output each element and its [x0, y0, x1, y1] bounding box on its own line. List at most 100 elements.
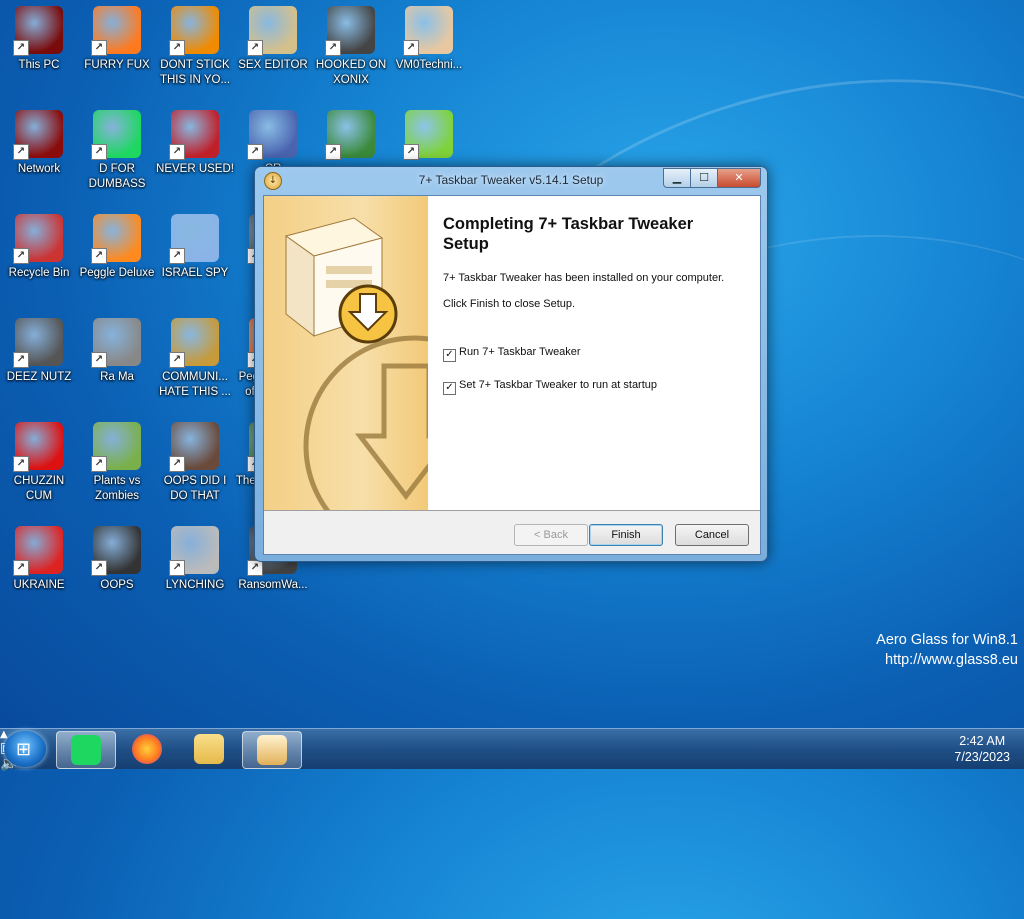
desktop-icon-label: OOPS DID I DO THAT [163, 475, 227, 502]
app-icon: ↗ [91, 318, 141, 368]
shortcut-arrow-icon: ↗ [169, 352, 185, 368]
checkbox-box[interactable]: ✓ [443, 349, 456, 362]
desktop-icon[interactable]: ↗ DEEZ NUTZ [0, 318, 78, 385]
desktop-icon[interactable]: ↗ SEX EDITOR [234, 6, 312, 73]
desktop-icon-label: Recycle Bin [8, 267, 70, 279]
network-icon: ↗ [13, 110, 63, 160]
shortcut-arrow-icon: ↗ [169, 248, 185, 264]
shortcut-arrow-icon: ↗ [169, 560, 185, 576]
desktop-icon-label: LYNCHING [165, 579, 225, 591]
setup-window[interactable]: ↓ 7+ Taskbar Tweaker v5.14.1 Setup ▁ ☐ ✕… [254, 166, 768, 562]
shortcut-arrow-icon: ↗ [91, 248, 107, 264]
desktop-icon[interactable]: ↗ ISRAEL SPY [156, 214, 234, 281]
close-instruction-text: Click Finish to close Setup. [443, 298, 576, 310]
firefox-icon [132, 734, 162, 764]
desktop-icon[interactable]: ↗ [390, 110, 468, 162]
taskbar-item-installer[interactable] [242, 731, 302, 769]
firefox-icon: ↗ [91, 6, 141, 56]
close-button[interactable]: ✕ [717, 168, 761, 188]
dark-icon: ↗ [91, 526, 141, 576]
taskbar-item-spotify[interactable] [56, 731, 116, 769]
desktop-icon[interactable]: ↗ UKRAINE [0, 526, 78, 593]
watermark-line2: http://www.glass8.eu [885, 652, 1018, 668]
box-download-illustration [284, 217, 428, 510]
desktop-icon[interactable]: ↗ Plants vs Zombies [78, 422, 156, 504]
watermark: Aero Glass for Win8.1 http://www.glass8.… [876, 630, 1018, 670]
shortcut-arrow-icon: ↗ [91, 352, 107, 368]
shortcut-arrow-icon: ↗ [91, 456, 107, 472]
shortcut-arrow-icon: ↗ [13, 40, 29, 56]
plants-vs-zombies-icon: ↗ [91, 422, 141, 472]
chuzzle-icon: ↗ [13, 422, 63, 472]
wizard-heading: Completing 7+ Taskbar Tweaker Setup [443, 215, 694, 253]
stacked-windows-icon: ↗ [13, 318, 63, 368]
desktop-icon-label: COMMUNI... HATE THIS ... [159, 371, 231, 398]
minimize-button[interactable]: ▁ [663, 168, 691, 188]
separator [264, 510, 760, 511]
run-app-checkbox[interactable]: ✓ Run 7+ Taskbar Tweaker [443, 346, 581, 362]
shortcut-arrow-icon: ↗ [169, 40, 185, 56]
noose-icon: ↗ [169, 526, 219, 576]
back-button[interactable]: < Back [514, 524, 588, 546]
wizard-side-banner [264, 196, 428, 510]
desktop-icon[interactable]: ↗ D FOR DUMBASS [78, 110, 156, 192]
portrait-icon: ↗ [169, 422, 219, 472]
shortcut-arrow-icon: ↗ [91, 144, 107, 160]
shortcut-arrow-icon: ↗ [169, 144, 185, 160]
shortcut-arrow-icon: ↗ [13, 352, 29, 368]
desktop-icon[interactable]: ↗ COMMUNI... HATE THIS ... [156, 318, 234, 400]
desktop-icon[interactable]: ↗ FURRY FUX [78, 6, 156, 73]
run-app-label: Run 7+ Taskbar Tweaker [459, 346, 581, 358]
desktop-icon[interactable]: ↗ Ra Ma [78, 318, 156, 385]
desktop-icon-label: VM0Techni... [395, 59, 463, 71]
desktop-icon-label: SEX EDITOR [238, 59, 308, 71]
desktop-icon[interactable]: ↗ HOOKED ON XONIX [312, 6, 390, 88]
shortcut-arrow-icon: ↗ [169, 456, 185, 472]
desktop-icon[interactable]: ↗ [312, 110, 390, 162]
desktop-icon[interactable]: ↗ CHUZZIN CUM [0, 422, 78, 504]
spotify-like-icon: ↗ [91, 110, 141, 160]
desktop-icon-label: This PC [18, 59, 60, 71]
taskbar-item-file-explorer[interactable] [180, 731, 238, 767]
checkbox-box[interactable]: ✓ [443, 382, 456, 395]
desktop-icon[interactable]: ↗ OOPS DID I DO THAT [156, 422, 234, 504]
lime-icon: ↗ [403, 110, 453, 160]
wizard-body: Completing 7+ Taskbar Tweaker Setup 7+ T… [428, 196, 760, 510]
desktop-icon-label: DEEZ NUTZ [6, 371, 72, 383]
desktop-icon[interactable]: ↗ Recycle Bin [0, 214, 78, 281]
shortcut-arrow-icon: ↗ [325, 40, 341, 56]
shortcut-arrow-icon: ↗ [13, 560, 29, 576]
desktop-icon[interactable]: ↗ LYNCHING [156, 526, 234, 593]
desktop-icon[interactable]: ↗ Peggle Deluxe [78, 214, 156, 281]
desktop-icon-label: HOOKED ON XONIX [315, 59, 387, 86]
run-at-startup-checkbox[interactable]: ✓ Set 7+ Taskbar Tweaker to run at startu… [443, 379, 657, 395]
maximize-button[interactable]: ☐ [690, 168, 718, 188]
finish-button[interactable]: Finish [589, 524, 663, 546]
shortcut-arrow-icon: ↗ [13, 144, 29, 160]
desktop-icon-label: DONT STICK THIS IN YO... [159, 59, 231, 86]
desktop-icon[interactable]: ↗ OOPS [78, 526, 156, 593]
clock-date: 7/23/2023 [954, 750, 1010, 764]
shortcut-arrow-icon: ↗ [247, 144, 263, 160]
taskbar: ⊞ ▲ ▣ 🔊 2:42 AM 7/23/2023 [0, 728, 1024, 772]
peggle-icon: ↗ [91, 214, 141, 264]
doctor-icon: ↗ [403, 6, 453, 56]
start-button[interactable]: ⊞ [4, 731, 46, 767]
shortcut-arrow-icon: ↗ [91, 560, 107, 576]
shortcut-arrow-icon: ↗ [91, 40, 107, 56]
desktop-icon[interactable]: ↗ This PC [0, 6, 78, 73]
installer-icon [257, 735, 287, 765]
desktop-icon[interactable]: ↗ VM0Techni... [390, 6, 468, 73]
shortcut-arrow-icon: ↗ [325, 144, 341, 160]
file-explorer-icon [194, 734, 224, 764]
xonix-game-icon: ↗ [325, 6, 375, 56]
santa-elf-icon: ↗ [325, 110, 375, 160]
radiation-icon: ↗ [13, 526, 63, 576]
taskbar-item-firefox[interactable] [118, 731, 176, 767]
clock[interactable]: 2:42 AM 7/23/2023 [954, 733, 1010, 765]
shortcut-arrow-icon: ↗ [403, 144, 419, 160]
cancel-button[interactable]: Cancel [675, 524, 749, 546]
desktop-icon[interactable]: ↗ DONT STICK THIS IN YO... [156, 6, 234, 88]
desktop-icon[interactable]: ↗ Network [0, 110, 78, 177]
desktop-icon[interactable]: ↗ NEVER USED! [156, 110, 234, 177]
